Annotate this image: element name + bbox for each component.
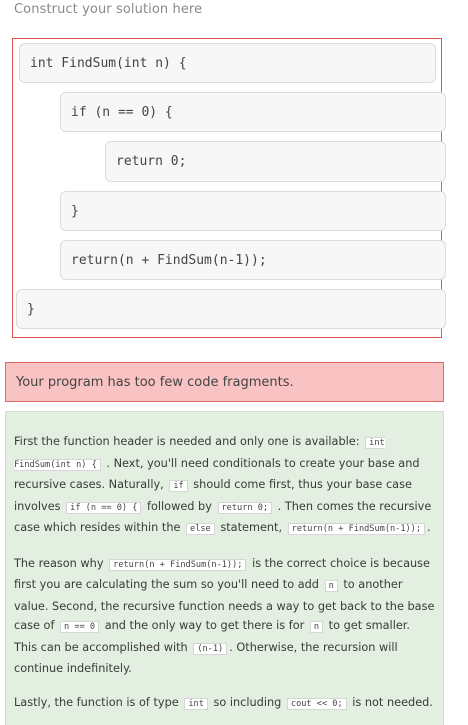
code-block-if-close[interactable]: } (60, 191, 446, 231)
feedback-paragraph-2: The reason why return(n + FindSum(n-1));… (14, 554, 435, 679)
feedback-text: so including (213, 695, 282, 709)
inline-code: return(n + FindSum(n-1)); (109, 558, 247, 571)
code-block-recursive-return[interactable]: return(n + FindSum(n-1)); (60, 240, 446, 280)
code-block-return-zero[interactable]: return 0; (105, 141, 446, 182)
inline-code: return(n + FindSum(n-1)); (287, 523, 426, 535)
code-block-if-condition[interactable]: if (n == 0) { (60, 92, 446, 132)
feedback-text: and the only way to get there is for (104, 619, 305, 632)
inline-code: int (184, 697, 208, 710)
feedback-text: First the function header is needed and … (14, 435, 360, 448)
solution-heading: Construct your solution here (14, 2, 203, 17)
feedback-text: is not needed. (352, 695, 433, 709)
inline-code: n (324, 580, 338, 592)
inline-code: n (309, 621, 324, 633)
inline-code: if (169, 480, 188, 492)
inline-code: cout << 0; (286, 697, 347, 710)
solution-area[interactable]: int FindSum(int n) { if (n == 0) { retur… (12, 38, 446, 338)
code-block-function-close[interactable]: } (16, 289, 446, 329)
feedback-text: Lastly, the function is of type (14, 695, 179, 709)
inline-code: if (n == 0) { (66, 501, 142, 514)
feedback-text: . (427, 521, 431, 534)
feedback-text: statement, (220, 521, 283, 534)
inline-code: n == 0 (60, 621, 100, 633)
code-block-function-header[interactable]: int FindSum(int n) { (19, 43, 436, 83)
error-alert: Your program has too few code fragments. (5, 362, 444, 402)
feedback-paragraph-1: First the function header is needed and … (14, 432, 435, 540)
inline-code: (n-1) (193, 642, 228, 655)
inline-code: return 0; (217, 501, 273, 514)
inline-code: else (186, 523, 215, 535)
feedback-panel: First the function header is needed and … (5, 411, 444, 725)
feedback-text: The reason why (14, 556, 104, 570)
feedback-paragraph-3: Lastly, the function is of type int so i… (14, 693, 435, 715)
feedback-text: followed by (147, 499, 212, 513)
